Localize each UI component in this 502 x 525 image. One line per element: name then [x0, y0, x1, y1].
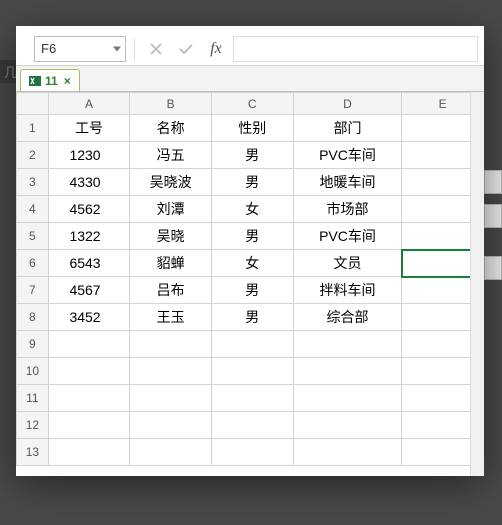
cell[interactable] — [130, 412, 212, 439]
name-box[interactable]: F6 — [34, 36, 126, 62]
row-header[interactable]: 3 — [17, 169, 49, 196]
col-header-a[interactable]: A — [48, 93, 130, 115]
cell[interactable]: 貂蝉 — [130, 250, 212, 277]
cell[interactable]: 女 — [211, 250, 293, 277]
cell[interactable] — [211, 385, 293, 412]
separator — [134, 38, 135, 60]
cell[interactable]: 4567 — [48, 277, 130, 304]
cell[interactable] — [211, 439, 293, 466]
cell[interactable]: 部门 — [293, 115, 402, 142]
chevron-down-icon[interactable] — [113, 46, 121, 51]
formula-input[interactable] — [233, 36, 478, 62]
cell[interactable]: 4330 — [48, 169, 130, 196]
cell[interactable] — [48, 385, 130, 412]
confirm-icon[interactable] — [173, 37, 199, 61]
cell[interactable]: 冯五 — [130, 142, 212, 169]
sheet-tab[interactable]: 11 × — [20, 69, 80, 91]
cell[interactable] — [293, 439, 402, 466]
cell[interactable] — [130, 385, 212, 412]
row-header[interactable]: 12 — [17, 412, 49, 439]
cell[interactable]: 男 — [211, 223, 293, 250]
row-header[interactable]: 10 — [17, 358, 49, 385]
cell[interactable]: 男 — [211, 169, 293, 196]
cell[interactable]: PVC车间 — [293, 223, 402, 250]
cell[interactable] — [293, 385, 402, 412]
name-box-value: F6 — [41, 41, 56, 56]
cell[interactable]: 工号 — [48, 115, 130, 142]
cell[interactable] — [48, 439, 130, 466]
cell[interactable]: PVC车间 — [293, 142, 402, 169]
sheet-tab-label: 11 — [45, 74, 58, 88]
cell[interactable]: 性别 — [211, 115, 293, 142]
select-all-corner[interactable] — [17, 93, 49, 115]
cell[interactable] — [293, 412, 402, 439]
cancel-icon[interactable] — [143, 37, 169, 61]
cell[interactable]: 4562 — [48, 196, 130, 223]
cell[interactable] — [130, 331, 212, 358]
cell[interactable] — [130, 439, 212, 466]
row-header[interactable]: 5 — [17, 223, 49, 250]
cell[interactable] — [211, 358, 293, 385]
cell[interactable]: 女 — [211, 196, 293, 223]
cell[interactable]: 市场部 — [293, 196, 402, 223]
fx-icon[interactable]: fx — [203, 37, 229, 61]
cell[interactable]: 6543 — [48, 250, 130, 277]
spreadsheet-grid[interactable]: A B C D E 1工号名称性别部门21230冯五男PVC车间34330吴晓波… — [16, 92, 484, 466]
cell[interactable]: 王玉 — [130, 304, 212, 331]
cell[interactable]: 1322 — [48, 223, 130, 250]
sheet-tab-bar: 11 × — [16, 66, 484, 92]
cell[interactable] — [48, 358, 130, 385]
cell[interactable]: 吕布 — [130, 277, 212, 304]
cell[interactable] — [293, 331, 402, 358]
bg-button-3 — [484, 256, 502, 280]
row-header[interactable]: 7 — [17, 277, 49, 304]
cell[interactable]: 男 — [211, 142, 293, 169]
cell[interactable]: 综合部 — [293, 304, 402, 331]
cell[interactable]: 文员 — [293, 250, 402, 277]
cell[interactable]: 男 — [211, 277, 293, 304]
cell[interactable]: 3452 — [48, 304, 130, 331]
cell[interactable]: 吴晓 — [130, 223, 212, 250]
row-header[interactable]: 4 — [17, 196, 49, 223]
cell[interactable]: 吴晓波 — [130, 169, 212, 196]
row-header[interactable]: 2 — [17, 142, 49, 169]
row-header[interactable]: 9 — [17, 331, 49, 358]
row-header[interactable]: 8 — [17, 304, 49, 331]
cell[interactable] — [211, 331, 293, 358]
formula-bar: F6 fx — [16, 32, 484, 66]
cell[interactable] — [48, 412, 130, 439]
cell[interactable]: 名称 — [130, 115, 212, 142]
col-header-b[interactable]: B — [130, 93, 212, 115]
cell[interactable] — [130, 358, 212, 385]
cell[interactable]: 1230 — [48, 142, 130, 169]
cell[interactable]: 刘潭 — [130, 196, 212, 223]
bg-button-2 — [484, 204, 502, 228]
grid-area[interactable]: A B C D E 1工号名称性别部门21230冯五男PVC车间34330吴晓波… — [16, 92, 484, 476]
spreadsheet-window: F6 fx 11 × A B C — [16, 26, 484, 476]
row-header[interactable]: 6 — [17, 250, 49, 277]
cell[interactable] — [293, 358, 402, 385]
cell[interactable]: 男 — [211, 304, 293, 331]
bg-button-1 — [484, 170, 502, 194]
col-header-d[interactable]: D — [293, 93, 402, 115]
cell[interactable] — [48, 331, 130, 358]
cell[interactable] — [211, 412, 293, 439]
row-header[interactable]: 13 — [17, 439, 49, 466]
row-header[interactable]: 11 — [17, 385, 49, 412]
row-header[interactable]: 1 — [17, 115, 49, 142]
col-header-c[interactable]: C — [211, 93, 293, 115]
cell[interactable]: 拌料车间 — [293, 277, 402, 304]
vertical-scrollbar[interactable] — [470, 92, 484, 476]
close-icon[interactable]: × — [64, 74, 71, 88]
excel-icon — [29, 75, 41, 87]
cell[interactable]: 地暖车间 — [293, 169, 402, 196]
